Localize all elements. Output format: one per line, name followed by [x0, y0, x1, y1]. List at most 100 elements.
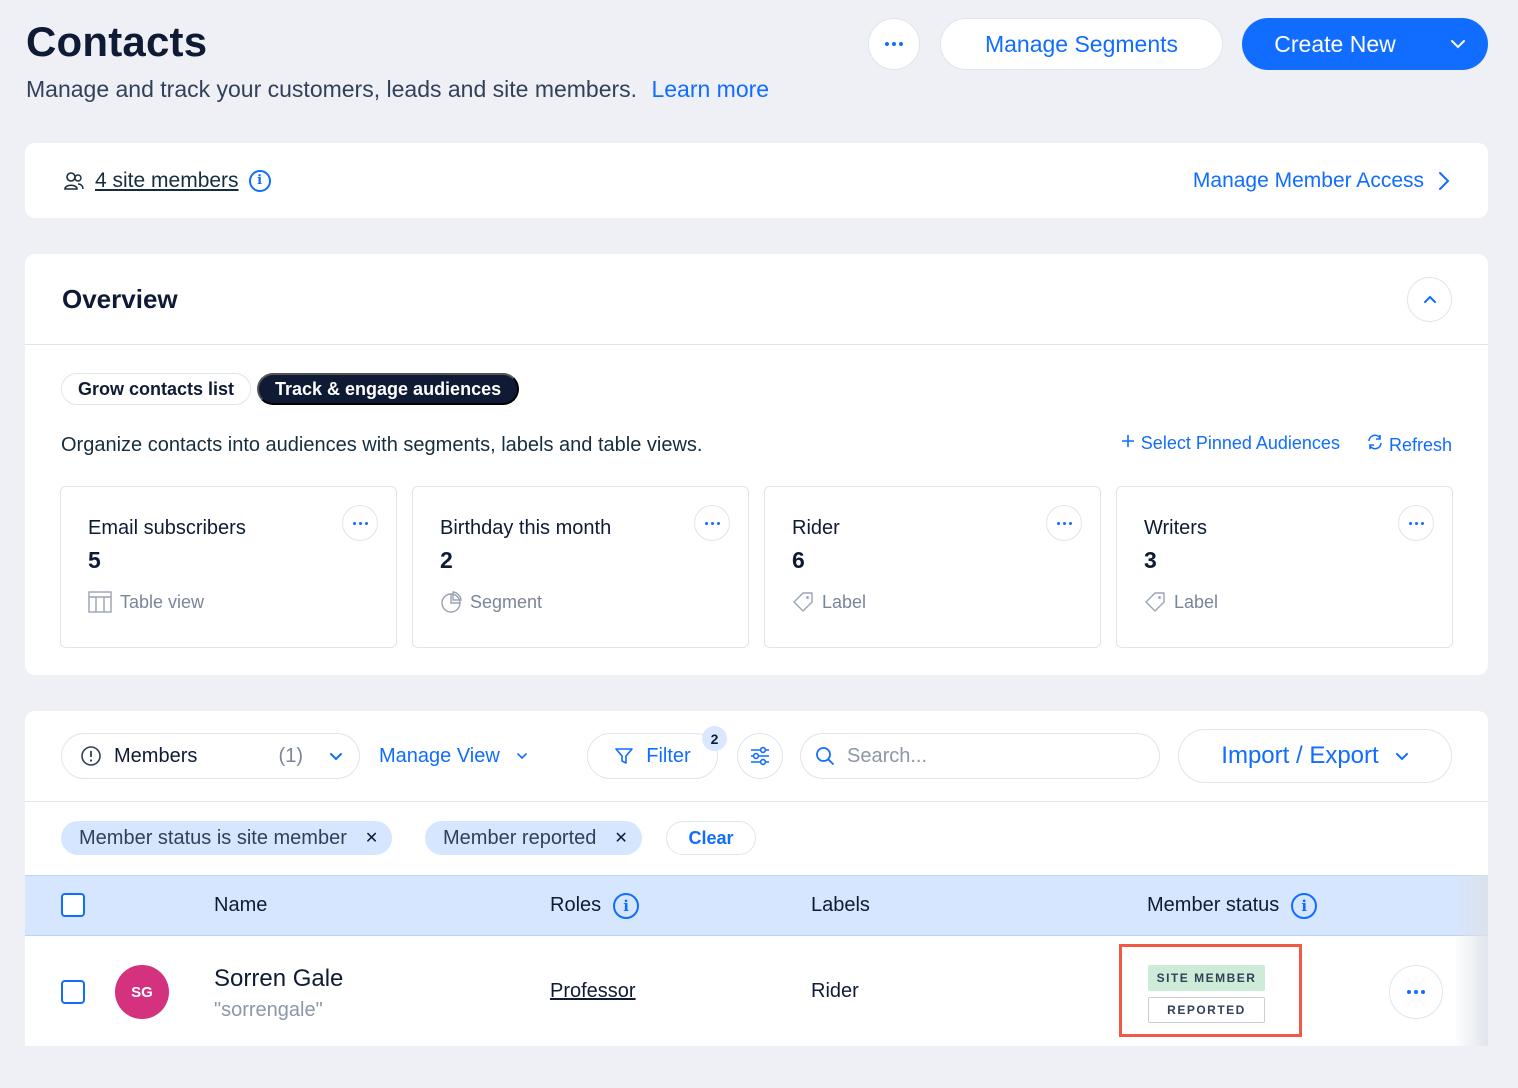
audience-count: 2 [440, 547, 453, 573]
filter-button[interactable]: Filter [587, 733, 718, 779]
audience-type-label: Label [822, 591, 867, 612]
table-header: Name Roles i Labels Member status i [25, 875, 1488, 936]
filter-icon [615, 748, 634, 764]
tag-icon [793, 592, 813, 612]
search-field [800, 733, 1160, 779]
chevron-down-icon [517, 753, 527, 760]
avatar: SG [115, 965, 169, 1019]
page-subtitle: Manage and track your customers, leads a… [26, 76, 769, 103]
create-new-dropdown-button[interactable] [1428, 18, 1488, 70]
site-members-info-icon[interactable]: i [248, 169, 271, 192]
manage-view-label: Manage View [379, 744, 500, 767]
audience-name: Writers [1144, 517, 1207, 539]
contacts-table-panel: Members (1) Manage View Filter 2 Import … [25, 711, 1488, 1046]
table-row[interactable]: SG Sorren Gale "sorrengale" Professor Ri… [25, 937, 1488, 1046]
audience-more-button[interactable] [694, 505, 730, 541]
select-all-checkbox[interactable] [61, 893, 85, 917]
more-dots-icon [1408, 521, 1424, 525]
search-input[interactable] [847, 744, 1127, 768]
audience-more-button[interactable] [1046, 505, 1082, 541]
refresh-label: Refresh [1388, 435, 1452, 455]
column-header-labels[interactable]: Labels [811, 876, 870, 935]
audience-type: Label [792, 591, 866, 613]
scroll-fade-edge [1454, 875, 1488, 1046]
clear-filters-button[interactable]: Clear [666, 821, 756, 855]
filter-chip-label: Member reported [443, 826, 597, 849]
search-icon [816, 747, 834, 765]
column-header-label: Name [214, 894, 268, 916]
audience-type-label: Label [1174, 591, 1219, 612]
site-members-count-link[interactable]: 4 site members [95, 169, 239, 193]
chevron-up-icon [1423, 295, 1436, 303]
audience-more-button[interactable] [342, 505, 378, 541]
audience-card-email-subscribers[interactable]: Email subscribers 5 Table view [60, 486, 397, 648]
status-badge: SITE MEMBER [1148, 965, 1265, 991]
toolbar-divider [25, 801, 1488, 802]
learn-more-link[interactable]: Learn more [651, 76, 769, 102]
chevron-down-icon [1395, 752, 1408, 760]
chevron-down-icon [330, 752, 342, 760]
manage-member-access-link[interactable]: Manage Member Access [1193, 143, 1450, 218]
view-select[interactable]: Members (1) [61, 733, 360, 779]
table-icon [88, 591, 112, 613]
import-export-button[interactable]: Import / Export [1178, 729, 1452, 783]
reported-badge: REPORTED [1148, 997, 1265, 1023]
audience-card-birthday[interactable]: Birthday this month 2 Segment [412, 486, 749, 648]
site-members-bar: 4 site members i Manage Member Access [25, 143, 1488, 218]
subtitle-text: Manage and track your customers, leads a… [26, 76, 638, 102]
manage-segments-button[interactable]: Manage Segments [940, 18, 1223, 70]
audience-card-rider[interactable]: Rider 6 Label [764, 486, 1101, 648]
audience-type: Segment [440, 591, 542, 613]
more-dots-icon [1056, 521, 1072, 525]
row-checkbox[interactable] [61, 980, 85, 1004]
sliders-icon [751, 746, 769, 766]
audience-count: 3 [1144, 547, 1157, 573]
close-icon[interactable]: ✕ [614, 828, 627, 848]
pie-chart-icon [441, 591, 462, 613]
overview-actions: Select Pinned Audiences Refresh [1120, 433, 1452, 456]
tab-track-engage[interactable]: Track & engage audiences [257, 373, 520, 405]
column-header-member-status[interactable]: Member status i [1147, 876, 1318, 935]
audience-type-label: Segment [470, 591, 543, 612]
audience-type: Table view [88, 591, 204, 613]
more-dots-icon [1407, 990, 1425, 994]
create-new-button[interactable]: Create New [1242, 18, 1428, 70]
audience-card-writers[interactable]: Writers 3 Label [1116, 486, 1453, 648]
roles-info-icon[interactable]: i [613, 892, 640, 919]
audience-name: Birthday this month [440, 517, 612, 539]
column-header-label: Labels [811, 894, 870, 916]
tag-icon [1145, 592, 1165, 612]
select-pinned-audiences-link[interactable]: Select Pinned Audiences [1120, 433, 1340, 456]
column-header-label: Member status [1147, 894, 1280, 916]
page-more-actions-button[interactable] [868, 18, 920, 70]
manage-member-access-label: Manage Member Access [1192, 168, 1424, 192]
column-header-roles[interactable]: Roles i [550, 876, 640, 935]
member-status-info-icon[interactable]: i [1291, 892, 1318, 919]
column-header-name[interactable]: Name [214, 876, 267, 935]
audience-name: Email subscribers [88, 517, 246, 539]
contact-label: Rider [811, 980, 859, 1002]
more-dots-icon [352, 521, 368, 525]
site-members-summary: 4 site members i [63, 143, 271, 218]
close-icon[interactable]: ✕ [365, 828, 378, 848]
tab-grow-contacts[interactable]: Grow contacts list [61, 373, 252, 405]
contact-name: Sorren Gale [214, 965, 344, 992]
overview-panel: Overview Grow contacts list Track & enga… [25, 254, 1488, 675]
view-count: (1) [278, 744, 303, 767]
audience-count: 6 [792, 547, 805, 573]
page-title: Contacts [26, 18, 208, 65]
row-more-actions-button[interactable] [1389, 965, 1443, 1019]
select-pinned-label: Select Pinned Audiences [1140, 433, 1340, 453]
contact-role-link[interactable]: Professor [550, 980, 636, 1003]
overview-description: Organize contacts into audiences with se… [61, 434, 703, 456]
refresh-link[interactable]: Refresh [1366, 433, 1452, 456]
audience-name: Rider [792, 517, 840, 539]
audience-more-button[interactable] [1398, 505, 1434, 541]
import-export-label: Import / Export [1221, 742, 1379, 769]
more-dots-icon [704, 521, 720, 525]
overview-collapse-button[interactable] [1407, 277, 1452, 322]
filter-chip-member-status: Member status is site member ✕ [61, 821, 393, 855]
manage-view-dropdown[interactable]: Manage View [379, 733, 528, 779]
table-settings-button[interactable] [737, 733, 783, 779]
contact-nickname: "sorrengale" [214, 999, 323, 1021]
